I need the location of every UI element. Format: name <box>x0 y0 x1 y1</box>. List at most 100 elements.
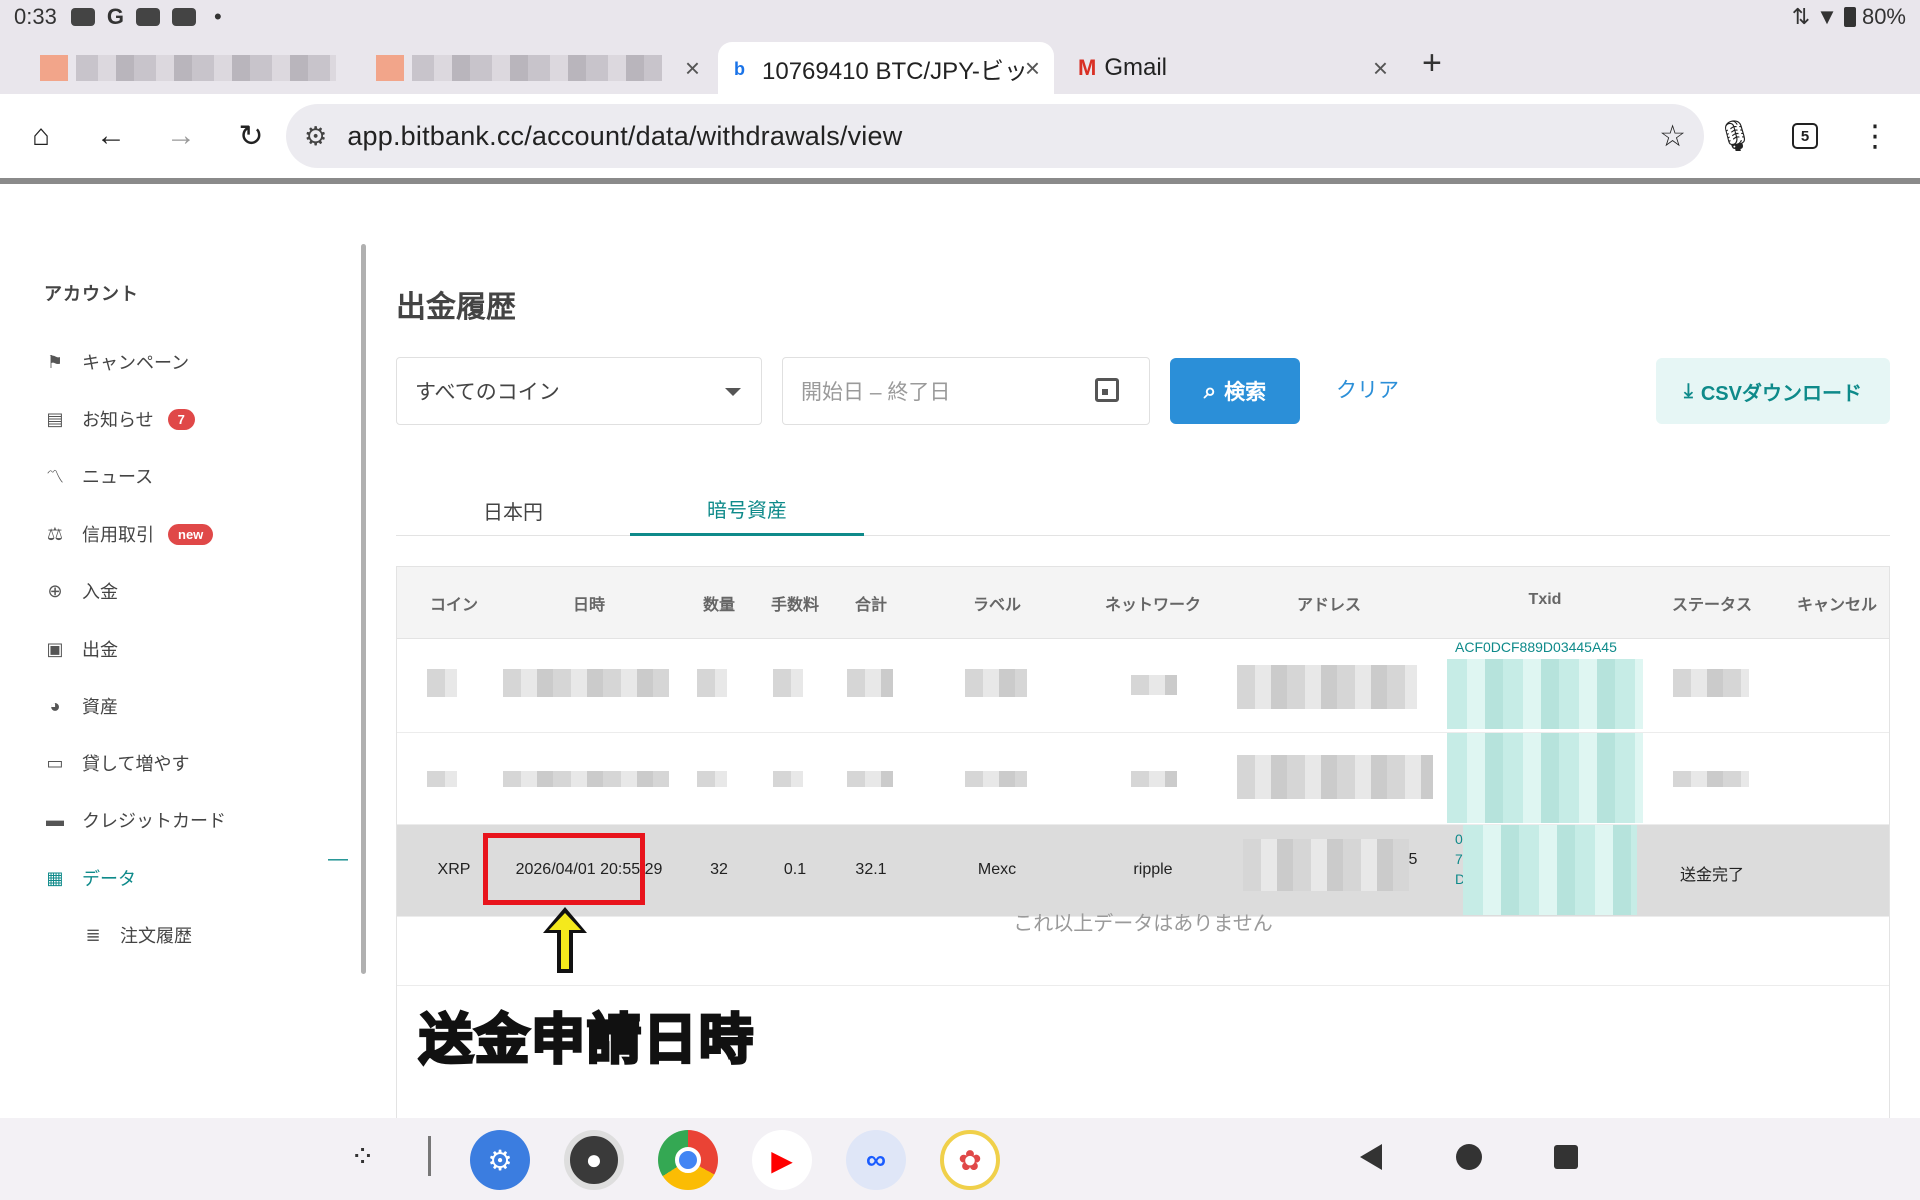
sidebar-scrollbar[interactable] <box>361 244 366 974</box>
close-tab-icon[interactable]: × <box>1373 53 1388 84</box>
gmail-icon: M <box>1078 55 1097 80</box>
meta-app-icon[interactable]: ∞ <box>846 1130 906 1190</box>
blurred-cell <box>427 771 457 787</box>
close-tab-icon[interactable]: × <box>1025 53 1040 84</box>
app-drawer-search-icon[interactable]: ⁘ <box>350 1140 375 1175</box>
date-range-placeholder: 開始日 – 終了日 <box>801 381 951 404</box>
date-range-input[interactable]: 開始日 – 終了日 <box>782 357 1150 425</box>
coin-select[interactable]: すべてのコイン <box>396 357 762 425</box>
blurred-cell <box>697 771 727 787</box>
cell-network: ripple <box>1133 861 1173 878</box>
tab-switcher-button[interactable]: 5 <box>1770 101 1840 171</box>
blurred-txid <box>1463 825 1637 915</box>
message-icon: ▤ <box>46 408 64 429</box>
tab-crypto[interactable]: 暗号資産 <box>630 484 864 536</box>
blurred-cell <box>427 669 457 697</box>
blurred-favicon-2 <box>376 55 404 81</box>
table-divider <box>397 985 1889 986</box>
sidebar-item-credit-card[interactable]: ▬ クレジットカード <box>44 805 226 835</box>
home-nav-icon[interactable] <box>1456 1144 1482 1170</box>
sidebar-item-label: ニュース <box>82 467 154 487</box>
address-bar[interactable]: ⚙ app.bitbank.cc/account/data/withdrawal… <box>286 104 1704 168</box>
status-time: 0:33 <box>14 4 57 29</box>
settings-app-icon[interactable]: ⚙ <box>470 1130 530 1190</box>
microphone-icon[interactable]: 🎙 <box>1700 101 1770 171</box>
csv-download-label: CSVダウンロード <box>1700 382 1862 405</box>
sidebar-item-order-history[interactable]: ≣ 注文履歴 <box>82 920 192 950</box>
blurred-tab-title <box>76 55 336 81</box>
clipboard-icon: ▦ <box>46 867 64 888</box>
back-nav-icon[interactable] <box>1360 1144 1382 1170</box>
sidebar-item-lending[interactable]: ▭ 貸して増やす <box>44 748 189 778</box>
tab-jpy[interactable]: 日本円 <box>396 484 630 536</box>
chrome-app-icon[interactable] <box>658 1130 718 1190</box>
blurred-cell <box>965 669 1027 697</box>
sidebar: アカウント ⚑ キャンペーン ▤ お知らせ 7 〽 ニュース ⚖ 信用取引 ne… <box>0 184 366 1118</box>
search-button[interactable]: ⌕ 検索 <box>1170 358 1300 424</box>
sidebar-item-notices[interactable]: ▤ お知らせ 7 <box>44 404 195 434</box>
sidebar-item-data[interactable]: ▦ データ <box>44 863 136 893</box>
column-header: アドレス <box>1296 597 1362 614</box>
table-row[interactable] <box>397 733 1889 825</box>
column-header: ステータス <box>1671 597 1753 614</box>
scale-icon: ⚖ <box>46 523 64 544</box>
column-header: 日時 <box>572 597 606 614</box>
site-settings-icon[interactable]: ⚙ <box>304 121 327 152</box>
bookmark-star-icon[interactable]: ☆ <box>1659 119 1686 154</box>
credit-card-icon: ▬ <box>46 809 64 830</box>
camera-app-icon[interactable]: ● <box>564 1130 624 1190</box>
signal-icon: ⇅ <box>1791 4 1811 29</box>
tab-gmail[interactable]: M Gmail × <box>1062 42 1402 94</box>
tab-bitbank[interactable]: b 10769410 BTC/JPY-ビッ × <box>718 42 1054 94</box>
more-notifications-dot: • <box>213 4 222 29</box>
sidebar-item-label: 信用取引 <box>82 525 154 545</box>
sidebar-item-campaign[interactable]: ⚑ キャンペーン <box>44 347 189 377</box>
collapse-data-menu-icon[interactable]: — <box>328 848 348 871</box>
blurred-cell <box>773 669 803 697</box>
sidebar-item-withdraw[interactable]: ▣ 出金 <box>44 634 118 664</box>
blurred-cell <box>1237 755 1433 799</box>
back-icon[interactable]: ← <box>76 101 146 171</box>
datetime-highlight-box <box>483 833 645 905</box>
table-header: コイン 日時 数量 手数料 合計 ラベル ネットワーク アドレス Txid ステ… <box>397 567 1889 639</box>
column-header: 数量 <box>702 597 736 614</box>
recents-nav-icon[interactable] <box>1554 1145 1578 1169</box>
calendar-icon[interactable] <box>1095 378 1119 402</box>
table-row[interactable]: ACF0DCF889D03445A45 <box>397 639 1889 733</box>
sidebar-item-assets[interactable]: ◕ 資産 <box>44 691 118 721</box>
sidebar-item-news[interactable]: 〽 ニュース <box>44 461 153 491</box>
sidebar-item-deposit[interactable]: ⊕ 入金 <box>44 576 118 606</box>
csv-download-button[interactable]: ⤓ CSVダウンロード <box>1656 358 1890 424</box>
forward-icon[interactable]: → <box>146 101 216 171</box>
new-tab-button[interactable]: + <box>1422 44 1442 83</box>
close-tab-icon[interactable]: × <box>685 53 700 84</box>
txid-fragment[interactable]: 0 <box>1455 831 1463 847</box>
battery-percent: 80% <box>1861 4 1906 29</box>
url-text[interactable]: app.bitbank.cc/account/data/withdrawals/… <box>347 121 902 152</box>
blurred-cell <box>1673 669 1749 697</box>
column-header: 合計 <box>854 597 888 614</box>
cell-coin: XRP <box>437 861 471 878</box>
dock-divider <box>428 1136 431 1176</box>
sidebar-item-margin[interactable]: ⚖ 信用取引 new <box>44 519 214 549</box>
txid-partial[interactable]: ACF0DCF889D03445A45 <box>1455 639 1617 655</box>
youtube-app-icon[interactable]: ▶ <box>752 1130 812 1190</box>
tab-blurred[interactable]: × <box>24 42 714 94</box>
txid-fragment[interactable]: 7 <box>1455 851 1463 867</box>
column-header: ラベル <box>972 597 1022 614</box>
sidebar-item-label: クレジットカード <box>82 811 226 831</box>
new-badge: new <box>168 523 214 545</box>
blurred-tab-title-2 <box>412 55 662 81</box>
reload-icon[interactable]: ↻ <box>216 101 286 171</box>
sidebar-item-label: データ <box>82 869 136 889</box>
column-header: Txid <box>1528 591 1562 608</box>
clear-button[interactable]: クリア <box>1336 374 1399 404</box>
photos-app-icon[interactable]: ✿ <box>940 1130 1000 1190</box>
sidebar-item-label: 注文履歴 <box>120 926 192 946</box>
currency-tabs: 日本円 暗号資産 <box>396 484 1890 536</box>
home-icon[interactable]: ⌂ <box>6 101 76 171</box>
sidebar-item-label: 出金 <box>82 640 118 660</box>
more-menu-icon[interactable]: ⋮ <box>1840 101 1910 171</box>
column-header: 手数料 <box>770 597 820 614</box>
sidebar-item-label: 資産 <box>82 697 118 717</box>
